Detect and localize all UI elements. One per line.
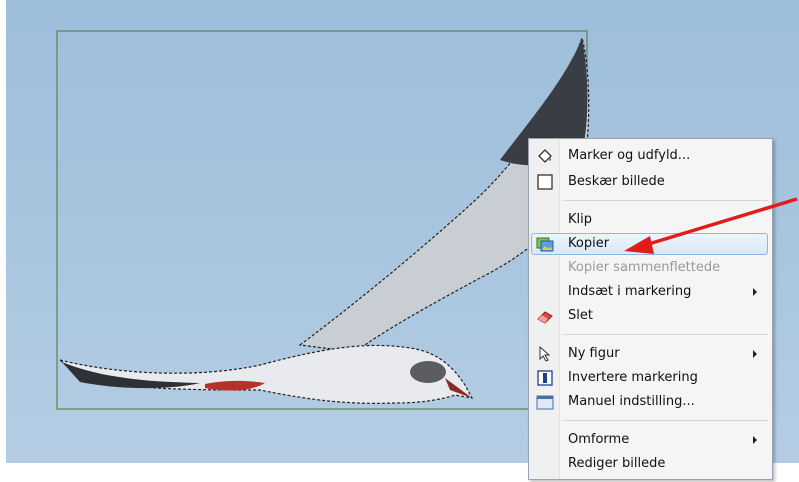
red-pointer-arrow	[624, 197, 798, 254]
screenshot-stage: Marker og udfyld... Beskær billede Klip …	[0, 0, 799, 482]
